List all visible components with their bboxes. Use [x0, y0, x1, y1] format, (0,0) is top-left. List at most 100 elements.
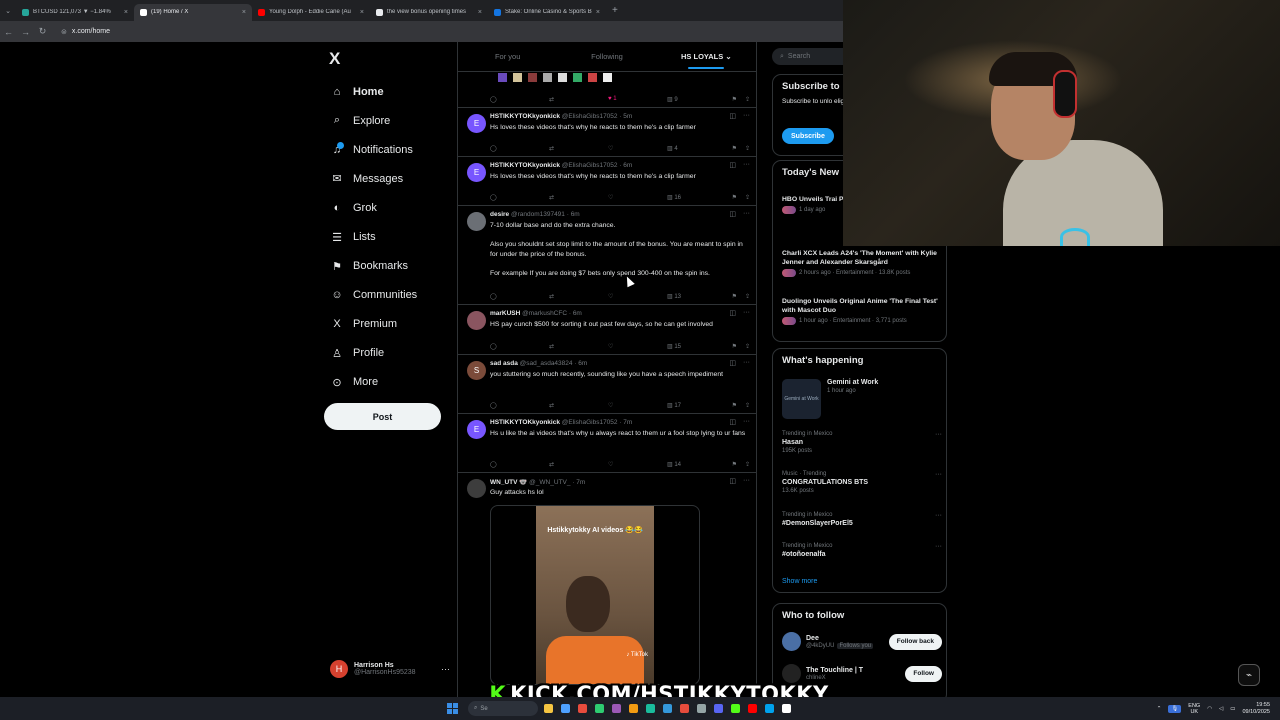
taskbar-app-icon[interactable] [680, 704, 689, 713]
grok-floating-icon[interactable]: ⌁ [1238, 664, 1260, 686]
nav-item-notifications[interactable]: ♫ Notifications [330, 135, 417, 164]
views-icon[interactable]: ▥ 4 [667, 145, 726, 152]
news-item[interactable]: Duolingo Unveils Original Anime 'The Fin… [782, 297, 942, 325]
search-input[interactable]: ⌕ Search [772, 48, 852, 65]
tweet[interactable]: E HSTIKKYTOKkyonkick @ElishaGibs17052 · 6… [458, 157, 756, 206]
retweet-icon[interactable]: ⇄ [549, 194, 608, 201]
reply-icon[interactable]: ◯ [490, 194, 549, 201]
url-field[interactable]: ⊜ x.com/home [61, 28, 110, 36]
more-icon[interactable]: ··· [743, 359, 750, 367]
taskbar-app-icon[interactable] [765, 704, 774, 713]
gemini-item[interactable]: Gemini at Work Gemini at Work 1 hour ago [782, 379, 878, 419]
grok-icon[interactable]: ◫ [729, 210, 736, 218]
nav-item-explore[interactable]: ⌕ Explore [330, 106, 417, 135]
avatar[interactable] [467, 212, 486, 231]
more-icon[interactable]: ··· [441, 664, 450, 674]
taskbar-app-icon[interactable] [578, 704, 587, 713]
volume-icon[interactable]: ◁ [1219, 706, 1223, 712]
back-icon[interactable]: ← [0, 27, 17, 37]
share-icon[interactable]: ⇪ [745, 293, 750, 300]
tab-hs-loyals[interactable]: HS LOYALS ⌄ [657, 42, 756, 71]
tab-following[interactable]: Following [557, 42, 656, 71]
bookmark-icon[interactable]: ⚑ [732, 194, 737, 201]
nav-item-lists[interactable]: ☰ Lists [330, 222, 417, 251]
close-tab-icon[interactable]: × [242, 9, 246, 16]
taskbar-app-icon[interactable] [612, 704, 621, 713]
views-icon[interactable]: ▥ 13 [667, 293, 726, 300]
tweet-author[interactable]: HSTIKKYTOKkyonkick [490, 162, 560, 169]
tweet-author[interactable]: WN_UTV 🐨 [490, 479, 527, 486]
nav-item-bookmarks[interactable]: ⚑ Bookmarks [330, 252, 417, 281]
tweet-author[interactable]: HSTIKKYTOKkyonkick [490, 113, 560, 120]
like-icon[interactable]: ♡ [608, 402, 667, 409]
follow-button[interactable]: Follow [905, 665, 942, 682]
taskbar-app-icon[interactable] [782, 704, 791, 713]
more-icon[interactable]: ··· [935, 543, 942, 550]
battery-icon[interactable]: ▭ [1230, 706, 1235, 712]
grok-icon[interactable]: ◫ [729, 112, 736, 120]
reload-icon[interactable]: ↻ [34, 26, 51, 37]
tray-chevron-icon[interactable]: ⌃ [1157, 706, 1162, 712]
language-indicator[interactable]: ENG UK [1188, 703, 1200, 715]
share-icon[interactable]: ⇪ [745, 194, 750, 201]
retweet-icon[interactable]: ⇄ [549, 145, 608, 152]
like-icon[interactable]: ♡ [608, 293, 667, 300]
clock[interactable]: 19:55 09/10/2025 [1242, 702, 1270, 716]
taskbar-app-icon[interactable] [544, 704, 553, 713]
more-icon[interactable]: ··· [935, 512, 942, 519]
share-icon[interactable]: ⇪ [745, 402, 750, 409]
reply-icon[interactable]: ◯ [490, 343, 549, 350]
retweet-icon[interactable]: ⇄ [549, 461, 608, 468]
nav-item-premium[interactable]: X Premium [330, 310, 417, 339]
nav-item-communities[interactable]: ☺ Communities [330, 281, 417, 310]
post-button[interactable]: Post [324, 403, 441, 430]
tweet[interactable]: desire @random1397491 · 6m ◫ ··· 7-10 dolla… [458, 206, 756, 305]
nav-item-profile[interactable]: ♙ Profile [330, 339, 417, 368]
like-icon[interactable]: ♡ [608, 145, 667, 152]
retweet-icon[interactable]: ⇄ [549, 293, 608, 300]
news-item[interactable]: Charli XCX Leads A24's 'The Moment' with… [782, 249, 942, 277]
more-icon[interactable]: ··· [743, 418, 750, 426]
avatar[interactable]: E [467, 420, 486, 439]
wifi-icon[interactable]: ◠ [1207, 706, 1212, 712]
taskbar-app-icon[interactable] [731, 704, 740, 713]
more-icon[interactable]: ··· [743, 112, 750, 120]
windows-start-icon[interactable] [447, 703, 458, 714]
forward-icon[interactable]: → [17, 27, 34, 37]
avatar[interactable]: E [467, 163, 486, 182]
reply-icon[interactable]: ◯ [490, 145, 549, 152]
grok-icon[interactable]: ◫ [729, 477, 736, 485]
trend-item[interactable]: Trending in Mexico #DemonSlayerPorEl5 ··· [782, 512, 942, 527]
show-more-link[interactable]: Show more [782, 578, 817, 585]
taskbar-app-icon[interactable] [697, 704, 706, 713]
share-icon[interactable]: ⇪ [745, 96, 750, 103]
bookmark-icon[interactable]: ⚑ [732, 145, 737, 152]
grok-icon[interactable]: ◫ [729, 359, 736, 367]
taskbar-app-icon[interactable] [561, 704, 570, 713]
taskbar-app-icon[interactable] [714, 704, 723, 713]
bookmark-icon[interactable]: ⚑ [732, 402, 737, 409]
views-icon[interactable]: ▥ 16 [667, 194, 726, 201]
tweet-author[interactable]: desire [490, 211, 509, 218]
follow-suggestion[interactable]: Dee @4kDyUU Follows you Follow back [782, 632, 942, 651]
share-icon[interactable]: ⇪ [745, 461, 750, 468]
reply-icon[interactable]: ◯ [490, 96, 549, 103]
views-icon[interactable]: ▥ 9 [667, 96, 726, 103]
browser-tab[interactable]: BTCUSD 121,073 ▼ −1.84% × [16, 4, 134, 21]
like-icon[interactable]: ♡ [608, 194, 667, 201]
tab-list-chevron-icon[interactable]: ⌄ [0, 7, 16, 15]
taskbar-search[interactable]: ⌕ Se [468, 701, 538, 716]
x-logo[interactable]: X [329, 49, 340, 69]
close-tab-icon[interactable]: × [124, 9, 128, 16]
subscribe-button[interactable]: Subscribe [782, 128, 834, 144]
account-switcher[interactable]: H Harrison Hs @HarrisonHs95238 ··· [330, 660, 450, 678]
more-icon[interactable]: ··· [743, 210, 750, 218]
avatar[interactable]: S [467, 361, 486, 380]
views-icon[interactable]: ▥ 14 [667, 461, 726, 468]
browser-tab[interactable]: Stake: Online Casino & Sports B × [488, 4, 606, 21]
more-icon[interactable]: ··· [743, 477, 750, 485]
microphone-icon[interactable]: 🎙 [1168, 704, 1182, 713]
more-icon[interactable]: ··· [935, 471, 942, 478]
taskbar-app-icon[interactable] [595, 704, 604, 713]
avatar[interactable] [782, 632, 801, 651]
